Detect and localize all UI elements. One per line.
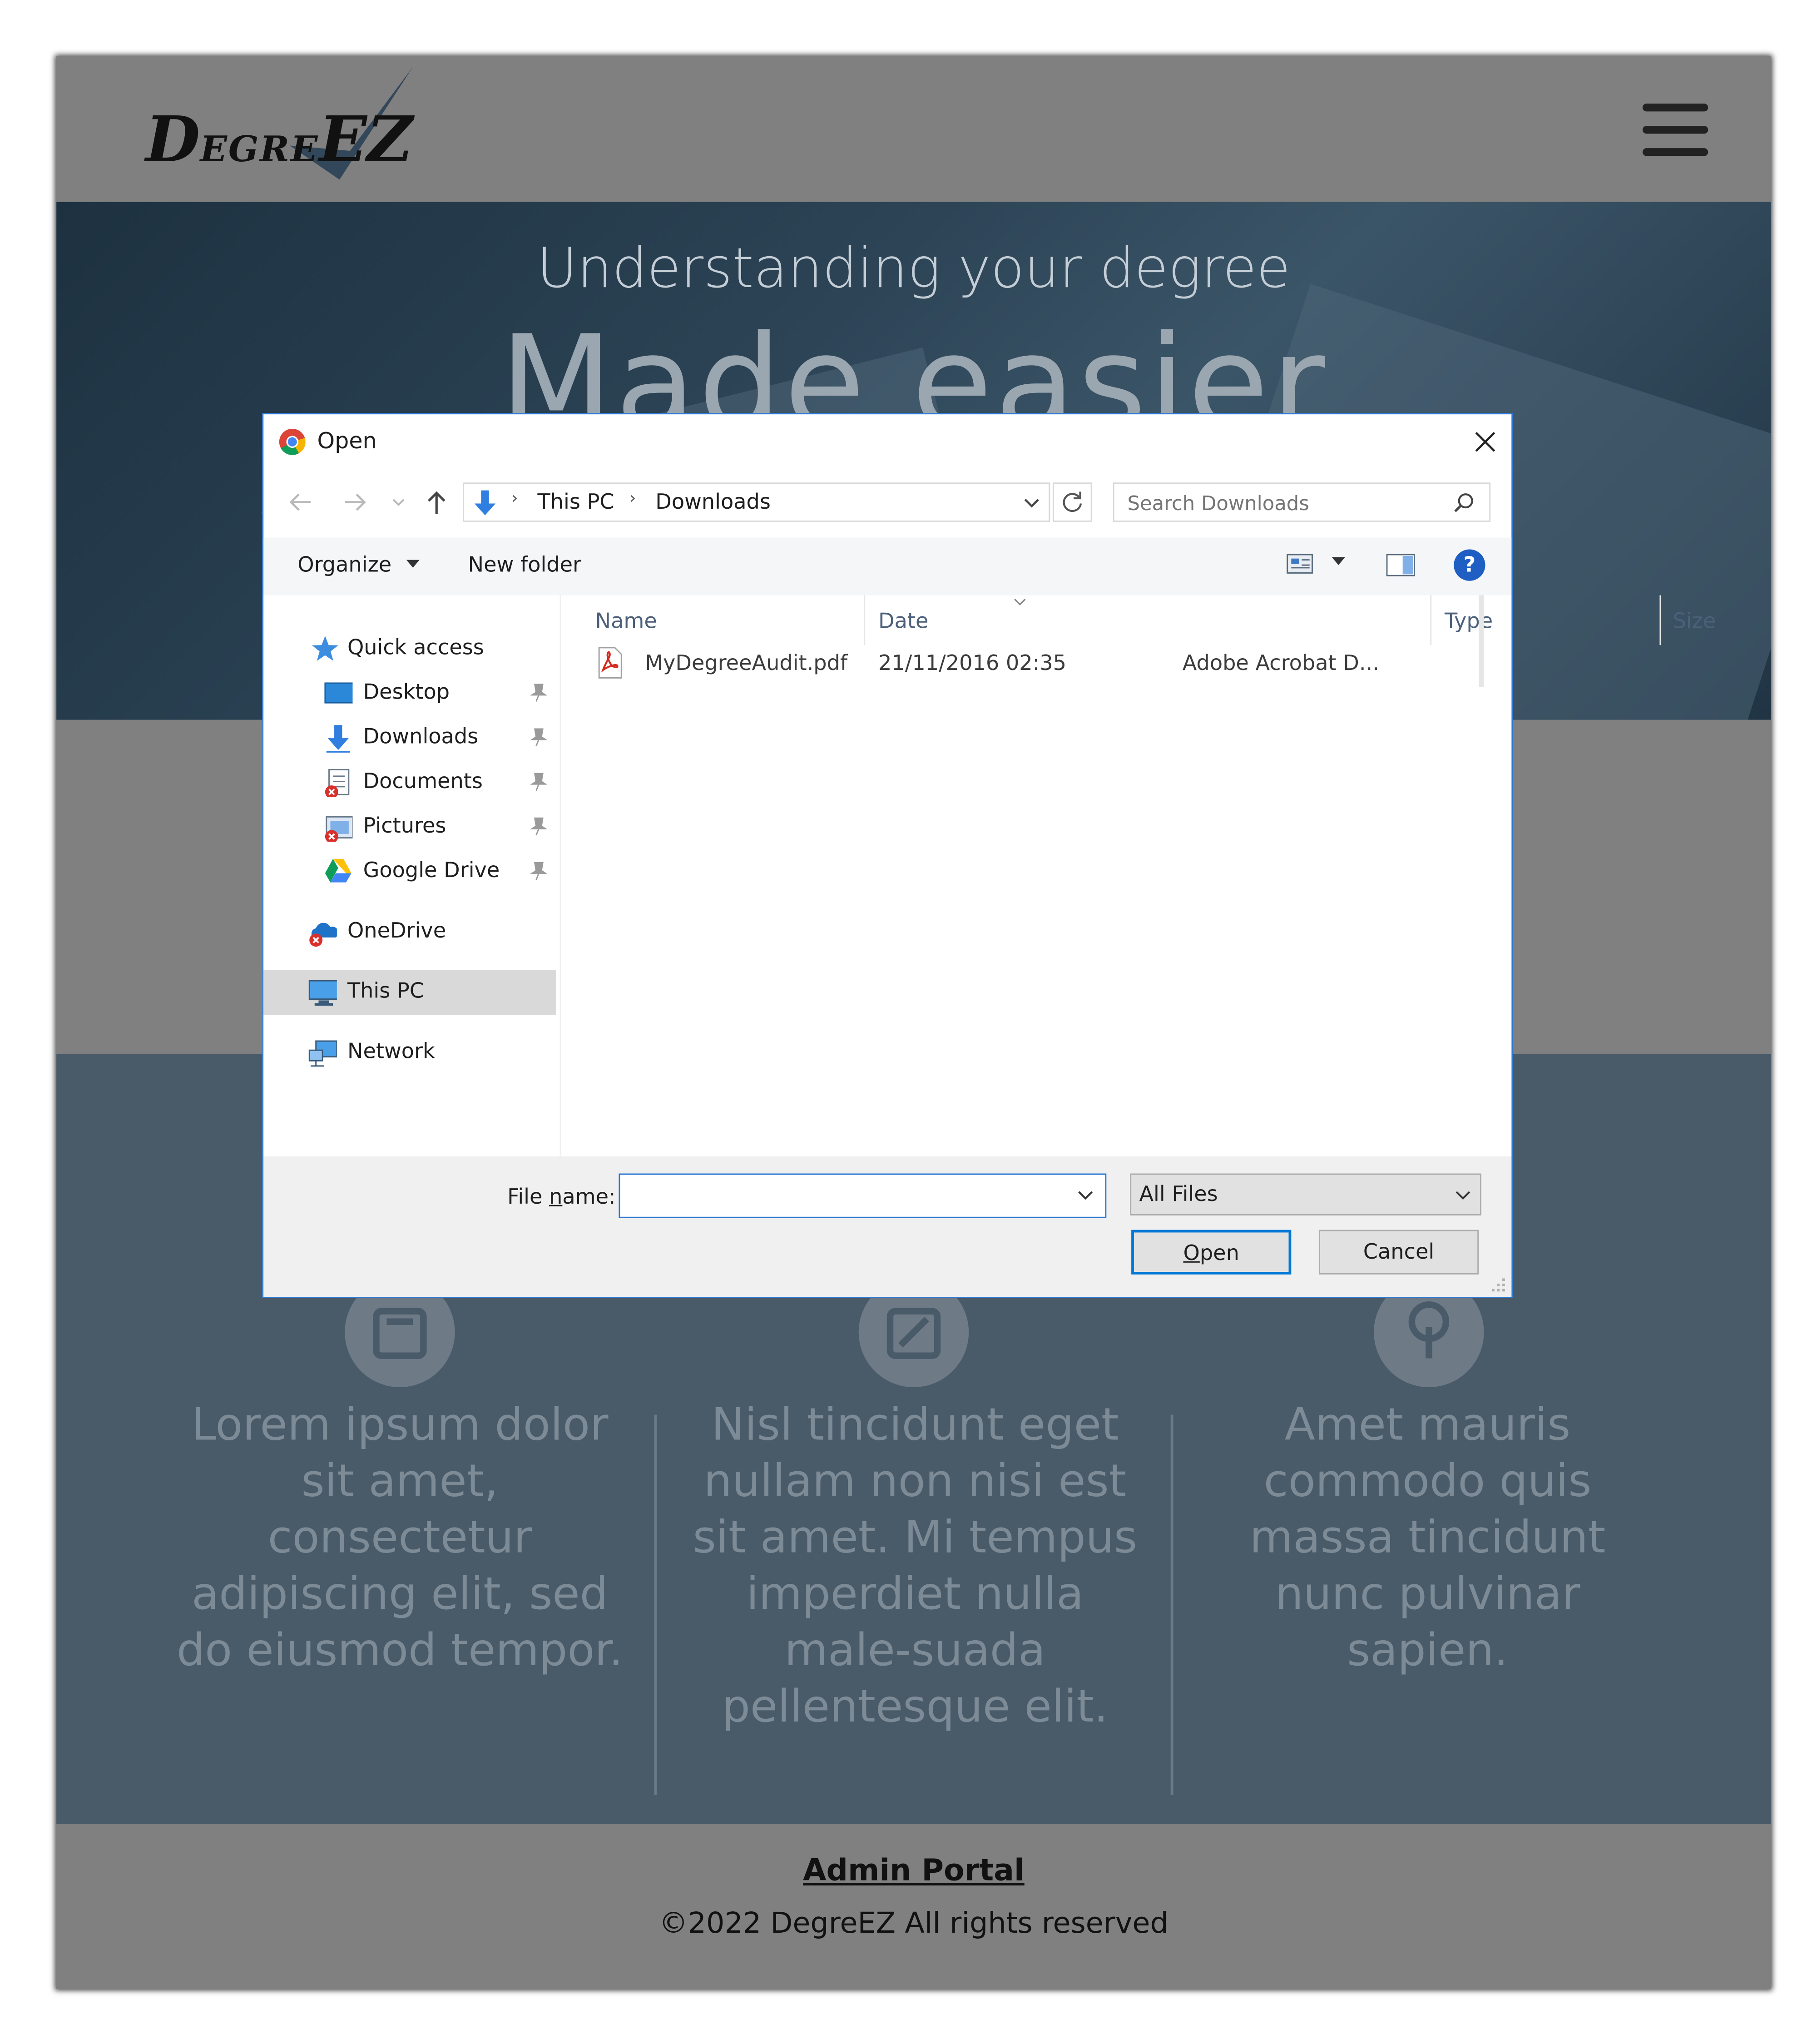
network-icon xyxy=(308,1040,337,1067)
cancel-button[interactable]: Cancel xyxy=(1318,1230,1479,1275)
dialog-footer: File name: All Files Open Cancel xyxy=(263,1156,1512,1297)
file-name: MyDegreeAudit.pdf xyxy=(645,650,848,675)
nav-downloads[interactable]: Downloads xyxy=(263,716,556,760)
view-icon xyxy=(1287,554,1313,574)
pin-icon[interactable] xyxy=(528,682,547,703)
download-arrow-icon xyxy=(326,725,350,753)
search-icon xyxy=(1454,493,1473,512)
logo-letter-d: D xyxy=(145,104,200,177)
pdf-icon xyxy=(598,647,622,679)
open-file-dialog: Open › This PC › Downloads Search Downlo… xyxy=(262,413,1716,1298)
site-header: DEGREEZ xyxy=(56,56,1771,202)
organize-label: Organize xyxy=(297,552,392,577)
logo-letters-ez: EZ xyxy=(319,104,413,177)
pin-icon[interactable] xyxy=(528,815,547,836)
desktop-icon xyxy=(324,682,353,704)
pin-icon[interactable] xyxy=(528,726,547,747)
chevron-down-icon[interactable] xyxy=(1076,1186,1094,1205)
sort-caret-icon xyxy=(1014,598,1026,606)
file-name-input[interactable] xyxy=(628,1181,1066,1213)
file-name-field[interactable] xyxy=(619,1173,1107,1218)
refresh-button[interactable] xyxy=(1052,482,1092,522)
star-icon xyxy=(312,636,338,661)
download-arrow-icon xyxy=(474,490,496,516)
column-header-type[interactable]: Type xyxy=(1445,608,1493,633)
nav-onedrive[interactable]: OneDrive xyxy=(263,910,556,954)
nav-google-drive[interactable]: Google Drive xyxy=(263,850,556,894)
navigation-pane: Quick access Desktop Downloads Documents… xyxy=(263,595,560,1156)
file-type: Adobe Acrobat D... xyxy=(1182,650,1379,675)
file-date: 21/11/2016 02:35 xyxy=(878,650,1067,675)
breadcrumb-downloads[interactable]: Downloads xyxy=(655,489,771,514)
arrow-up-icon xyxy=(428,491,446,514)
close-icon xyxy=(1475,432,1495,452)
forward-button[interactable] xyxy=(340,485,371,519)
feature-text-3: Amet mauris commodo quis massa tincidunt… xyxy=(1249,1399,1606,1677)
change-view-button[interactable] xyxy=(1286,552,1315,581)
column-header-date[interactable]: Date xyxy=(878,608,928,633)
scrollbar[interactable] xyxy=(1479,595,1484,687)
copyright-text: ©2022 DegreEZ All rights reserved xyxy=(659,1908,1168,1941)
refresh-icon xyxy=(1063,491,1082,512)
new-folder-button[interactable]: New folder xyxy=(468,552,582,577)
hamburger-menu-icon[interactable] xyxy=(1642,104,1708,156)
nav-documents[interactable]: Documents xyxy=(263,760,556,805)
caret-down-icon xyxy=(406,560,420,568)
preview-pane-icon xyxy=(1386,554,1416,576)
dialog-toolbar: Organize New folder ? xyxy=(263,537,1512,595)
divider xyxy=(654,1414,657,1795)
arrow-left-icon xyxy=(289,493,311,511)
nav-pictures[interactable]: Pictures xyxy=(263,805,556,849)
open-button[interactable]: Open xyxy=(1131,1230,1292,1275)
onedrive-error-icon xyxy=(309,923,337,947)
nav-quick-access[interactable]: Quick access xyxy=(263,627,556,671)
breadcrumb-this-pc[interactable]: This PC xyxy=(538,489,614,514)
arrow-right-icon xyxy=(345,493,366,511)
search-box[interactable] xyxy=(1113,482,1491,522)
hero-subtitle: Understanding your degree xyxy=(537,236,1291,301)
recent-locations-button[interactable] xyxy=(389,485,407,519)
file-type-select[interactable]: All Files xyxy=(1130,1173,1481,1215)
documents-error-icon xyxy=(325,769,350,798)
organize-button[interactable]: Organize xyxy=(297,552,422,577)
file-list: Name Date Type Size MyDegreeAudit.pdf 21… xyxy=(561,595,1716,1156)
up-button[interactable] xyxy=(421,485,452,519)
divider xyxy=(1170,1414,1173,1795)
column-header-size[interactable]: Size xyxy=(1673,608,1716,633)
preview-pane-button[interactable] xyxy=(1386,552,1417,583)
column-header-name[interactable]: Name xyxy=(595,608,657,633)
feature-text-2: Nisl tincidunt eget nullam non nisi est … xyxy=(693,1399,1137,1734)
address-row: › This PC › Downloads xyxy=(263,469,1511,537)
help-button[interactable]: ? xyxy=(1454,549,1485,581)
view-options-caret-icon[interactable] xyxy=(1331,553,1347,569)
resize-grip-icon[interactable] xyxy=(1490,1277,1506,1293)
nav-network[interactable]: Network xyxy=(263,1031,556,1075)
computer-icon xyxy=(308,980,337,1006)
logo[interactable]: DEGREEZ xyxy=(143,64,418,190)
chrome-icon xyxy=(279,428,306,455)
close-button[interactable] xyxy=(1456,414,1511,469)
back-button[interactable] xyxy=(284,485,316,519)
google-drive-icon xyxy=(325,858,352,883)
admin-portal-link[interactable]: Admin Portal xyxy=(56,1854,1771,1888)
search-input[interactable] xyxy=(1124,487,1445,520)
address-bar[interactable]: › This PC › Downloads xyxy=(462,482,1050,522)
chevron-down-icon xyxy=(392,499,405,506)
dialog-title: Open xyxy=(317,428,377,455)
logo-letters-egre: EGRE xyxy=(200,129,319,171)
address-dropdown-icon[interactable] xyxy=(1021,491,1042,512)
site-footer: Admin Portal ©2022 DegreEZ All rights re… xyxy=(56,1824,1771,1989)
pin-icon[interactable] xyxy=(528,771,547,792)
pictures-error-icon xyxy=(325,816,353,842)
dialog-title-bar[interactable]: Open xyxy=(263,414,1511,469)
nav-desktop[interactable]: Desktop xyxy=(263,671,556,716)
file-row[interactable]: MyDegreeAudit.pdf 21/11/2016 02:35 Adobe… xyxy=(584,642,1476,684)
file-name-label: File name: xyxy=(507,1184,616,1209)
file-type-value: All Files xyxy=(1139,1181,1218,1206)
pin-icon[interactable] xyxy=(528,860,547,881)
feature-text-1: Lorem ipsum dolor sit amet, consectetur … xyxy=(176,1399,623,1677)
chevron-down-icon xyxy=(1456,1191,1470,1200)
nav-this-pc[interactable]: This PC xyxy=(263,970,556,1015)
